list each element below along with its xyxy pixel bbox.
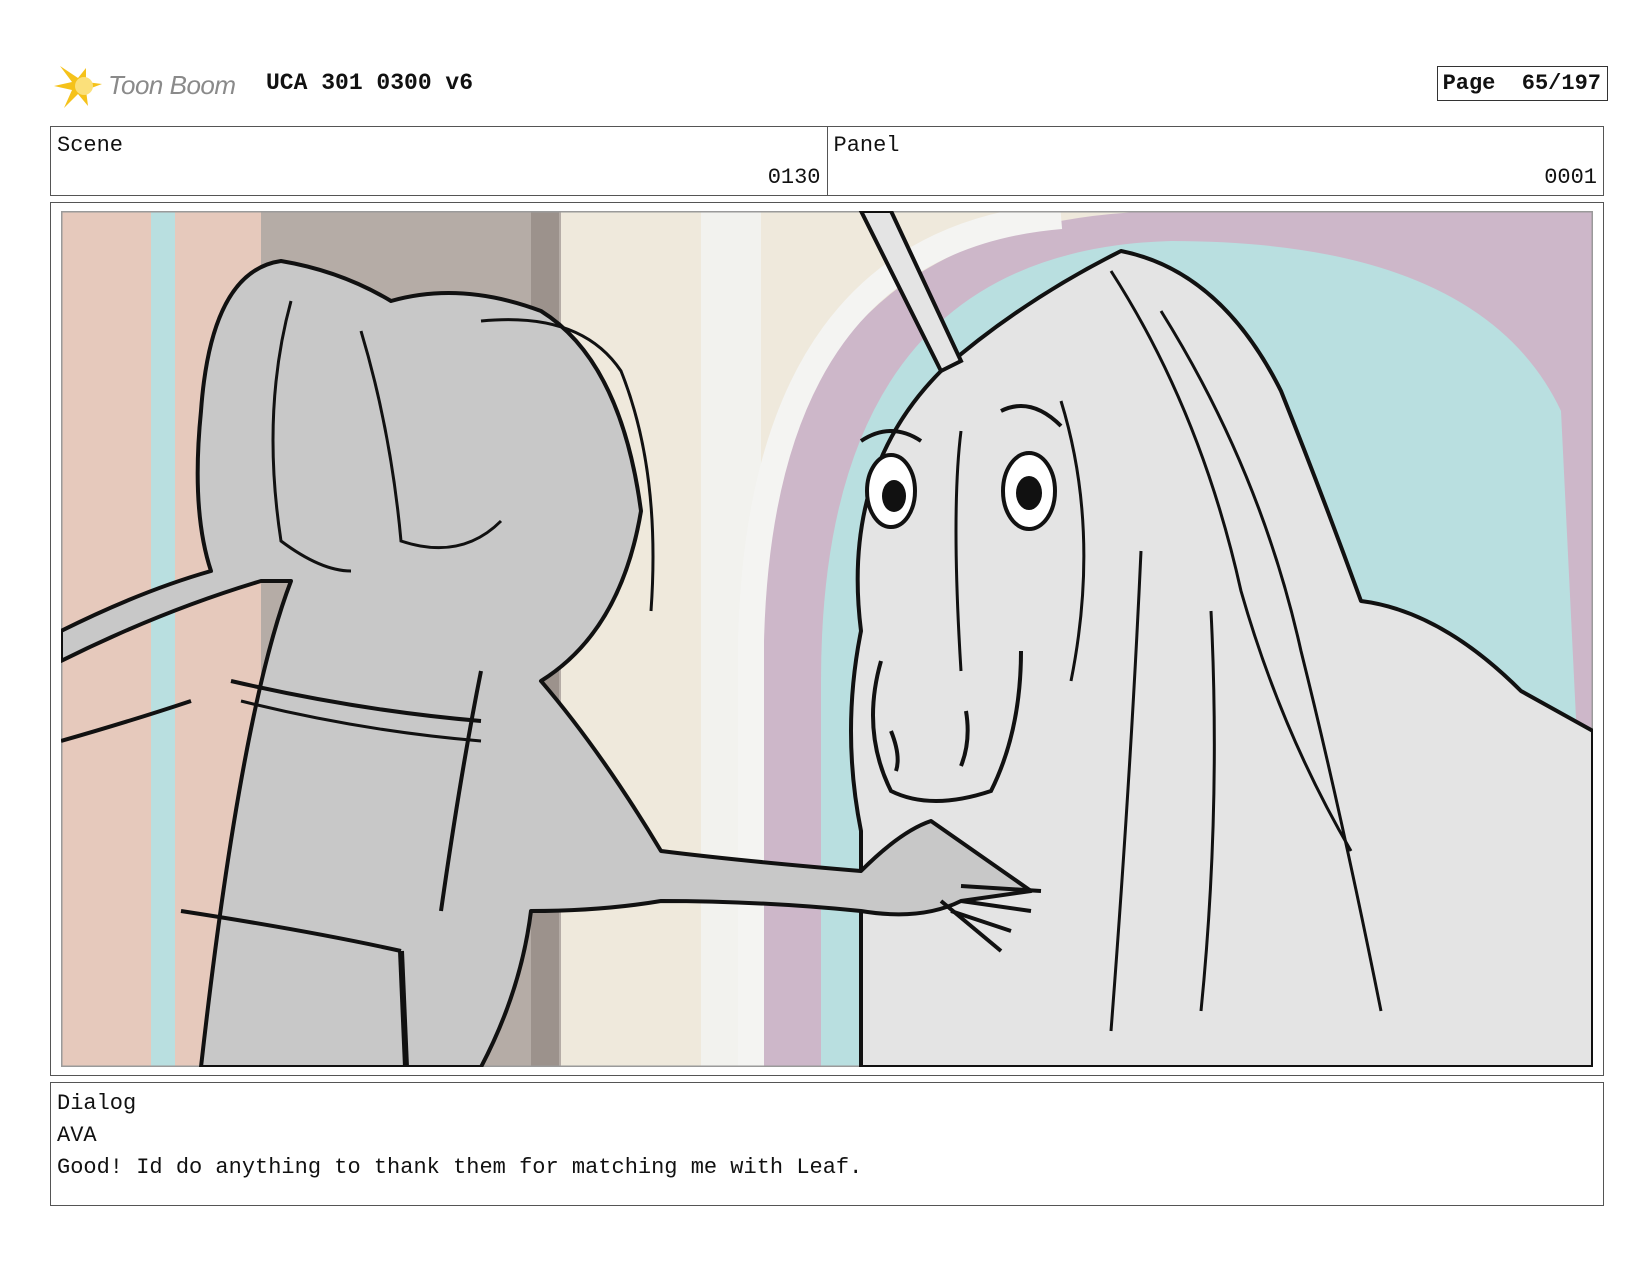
document-title: UCA 301 0300 v6 [266, 70, 474, 96]
dialog-speaker: AVA [57, 1123, 97, 1148]
page-header: Toon Boom UCA 301 0300 v6 Page 65/197 [52, 58, 1612, 114]
page-number: 65/197 [1521, 71, 1601, 96]
storyboard-panel [50, 202, 1604, 1076]
panel-cell: Panel 0001 [826, 127, 1604, 195]
scene-value: 0130 [767, 165, 821, 190]
scene-label: Scene [57, 133, 124, 158]
dialog-label: Dialog [57, 1091, 137, 1116]
panel-value: 0001 [1544, 165, 1597, 190]
toon-boom-logo: Toon Boom [52, 62, 252, 110]
logo-wordmark: Toon Boom [108, 70, 236, 100]
dialog-line: Good! Id do anything to thank them for m… [57, 1155, 863, 1180]
page-indicator: Page 65/197 [1436, 66, 1608, 101]
starburst-icon [54, 66, 102, 108]
panel-label: Panel [833, 133, 900, 158]
scene-panel-info: Scene 0130 Panel 0001 [50, 126, 1604, 196]
panel-drawing [61, 211, 1593, 1067]
page-label: Page [1442, 71, 1496, 96]
scene-cell: Scene 0130 [51, 127, 827, 195]
storyboard-sketch [61, 211, 1593, 1067]
dialog-box: Dialog AVA Good! Id do anything to thank… [50, 1082, 1604, 1206]
